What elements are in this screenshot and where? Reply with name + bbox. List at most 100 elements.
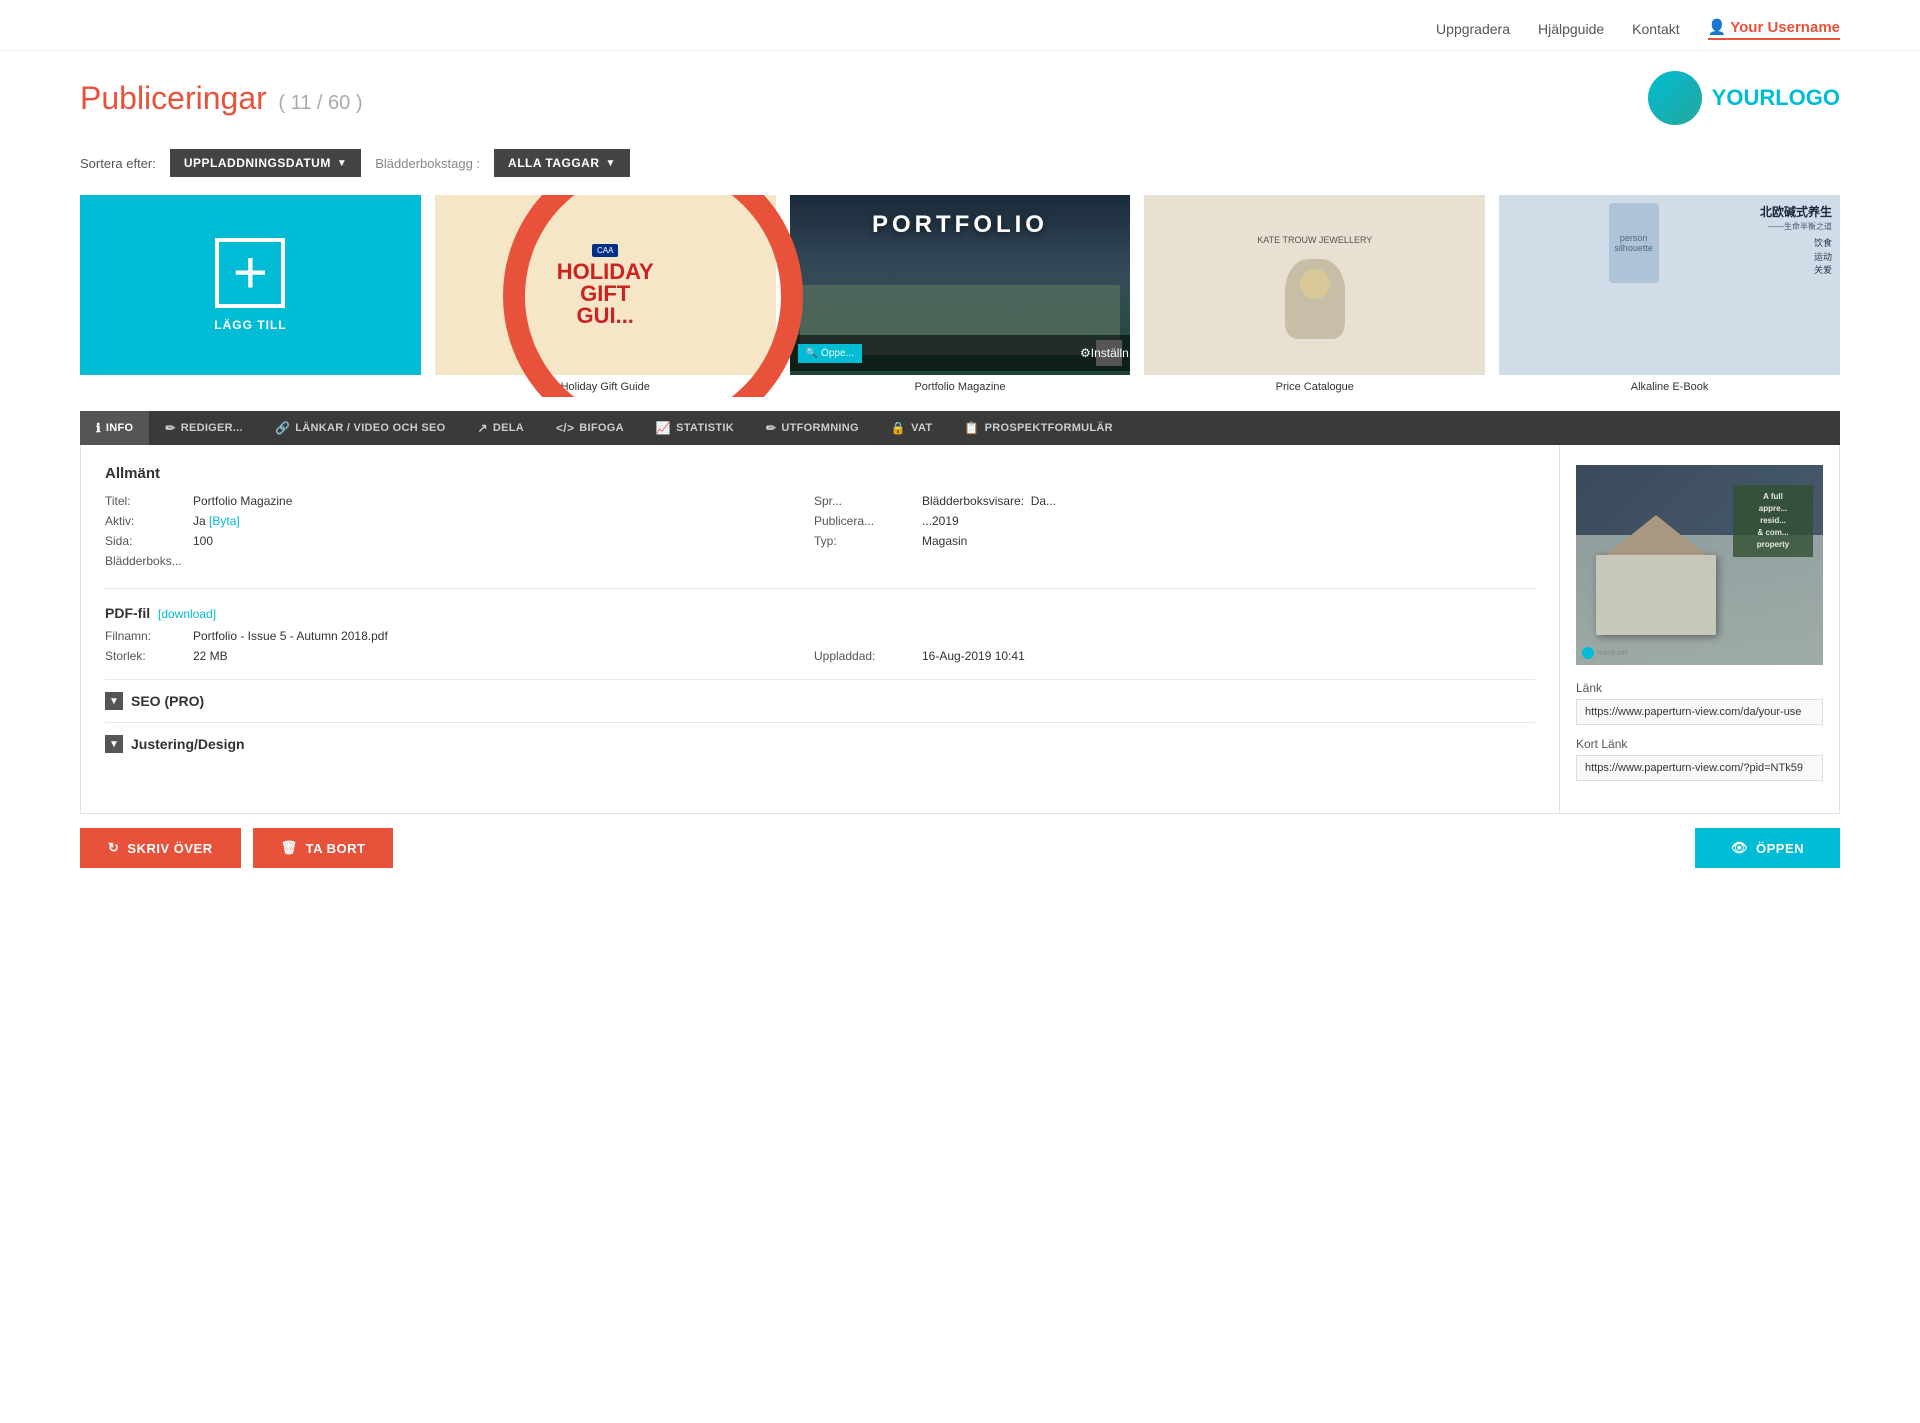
tab-vat-label: VAT (911, 422, 932, 434)
book-preview: A fullappre...resid...& com...property R… (1576, 465, 1823, 665)
logo-area: YOURLOGO (1648, 71, 1840, 125)
info-icon: ℹ (96, 421, 101, 435)
book-open-btn[interactable]: 🔍 O... (443, 369, 491, 388)
book-settings-btn-portfolio[interactable]: ⚙ Inställn... (1096, 340, 1122, 366)
info-left-panel: Allmänt Titel: Portfolio Magazine Spr...… (81, 445, 1559, 813)
alkaline-text: 北欧碱式养生 ——生命半衡之道 饮食 运动 关爱 (1760, 203, 1832, 278)
tab-stats-label: STATISTIK (676, 422, 734, 434)
tab-info[interactable]: ℹ INFO (80, 411, 149, 445)
book-open-btn-portfolio[interactable]: 🔍 Öppe... (798, 344, 862, 363)
link-section: Länk (1576, 681, 1823, 725)
book-item-price[interactable]: KATE TROUW JEWELLERY 🔍 ⚙ Price Catalogue (1144, 195, 1485, 397)
tab-share-label: DELA (493, 422, 524, 434)
short-link-label: Kort Länk (1576, 737, 1823, 751)
page-title: Publiceringar ( 11 / 60 ) (80, 80, 363, 117)
search-icon: 🔍 (451, 373, 463, 384)
tab-vat[interactable]: 🔒 VAT (875, 411, 949, 445)
link-input[interactable] (1576, 699, 1823, 725)
book-open-btn-alkaline[interactable]: 🔍 (1507, 369, 1535, 388)
edit-icon: ✏ (165, 421, 175, 435)
pdf-section: PDF-fil [download] Filnamn: Portfolio - … (105, 588, 1535, 663)
open-button[interactable]: 👁 ÖPPEN (1695, 828, 1840, 868)
active-value: Ja [Byta] (193, 514, 806, 528)
form-icon: 📋 (964, 421, 979, 435)
sort-value: UPPLADDNINGSDATUM (184, 156, 331, 170)
search-icon: 🔍 (1515, 373, 1527, 384)
sort-button[interactable]: UPPLADDNINGSDATUM ▼ (170, 149, 361, 177)
tab-info-label: INFO (106, 422, 133, 434)
short-link-input[interactable] (1576, 755, 1823, 781)
book-item-portfolio[interactable]: PORTFOLIO ✏ 🔍 Öppe... ⚙ Inställn... Port… (790, 195, 1131, 397)
title-label: Titel: (105, 494, 185, 508)
add-book-card[interactable]: + LÄGG TILL (80, 195, 421, 375)
book-portfolio-overlay: 🔍 Öppe... ⚙ Inställn... (790, 335, 1131, 371)
logo-circle (1648, 71, 1702, 125)
books-section: + LÄGG TILL CAA HOLIDAYGIFTGUI... 🔍 O...… (0, 195, 1920, 397)
tab-edit[interactable]: ✏ REDIGER... (149, 411, 259, 445)
delete-label: TA BORT (306, 841, 366, 856)
action-buttons: ↻ SKRIV ÖVER 🗑 TA BORT 👁 ÖPPEN (80, 828, 1840, 868)
portfolio-text: PORTFOLIO (790, 211, 1131, 239)
pages-label: Sida: (105, 534, 185, 548)
overwrite-label: SKRIV ÖVER (127, 841, 212, 856)
book-item-alkaline[interactable]: personsilhouette 北欧碱式养生 ——生命半衡之道 饮食 运动 关… (1499, 195, 1840, 397)
stats-icon: 📈 (656, 421, 671, 435)
tab-links-label: LÄNKAR / VIDEO OCH SEO (295, 422, 445, 434)
gear-icon-alkaline: ⚙ (1814, 371, 1825, 385)
add-book-item[interactable]: + LÄGG TILL (80, 195, 421, 397)
tab-edit-label: REDIGER... (181, 422, 243, 434)
active-link[interactable]: [Byta] (209, 514, 240, 528)
user-icon: 👤 (1708, 19, 1727, 36)
search-icon: 🔍 (806, 348, 818, 359)
top-navigation: Uppgradera Hjälpguide Kontakt 👤 Your Use… (0, 0, 1920, 51)
contact-link[interactable]: Kontakt (1632, 21, 1679, 37)
tab-design-label: UTFORMNING (781, 422, 859, 434)
price-text: KATE TROUW JEWELLERY (1253, 231, 1376, 249)
book-title-portfolio: Portfolio Magazine (790, 375, 1131, 397)
tab-prospect[interactable]: 📋 PROSPEKTFORMULÄR (948, 411, 1129, 445)
tag-button[interactable]: ALLA TAGGAR ▼ (494, 149, 630, 177)
refresh-icon: ↻ (108, 840, 119, 856)
tab-prospect-label: PROSPEKTFORMULÄR (985, 422, 1113, 434)
short-link-section: Kort Länk (1576, 737, 1823, 781)
pdf-grid: Filnamn: Portfolio - Issue 5 - Autumn 20… (105, 629, 1535, 663)
tab-embed[interactable]: </> BIFOGA (540, 411, 640, 445)
tab-design[interactable]: ✏ UTFORMNING (750, 411, 875, 445)
filter-separator: Blädderbokstagg : (375, 156, 480, 171)
book-settings-btn-price[interactable]: ⚙ (1451, 365, 1477, 391)
books-grid: + LÄGG TILL CAA HOLIDAYGIFTGUI... 🔍 O...… (0, 195, 1920, 397)
seo-collapsible[interactable]: ▼ SEO (PRO) (105, 679, 1535, 722)
upload-label: Uppladdad: (814, 649, 914, 663)
book-settings-btn[interactable]: ⚙ (742, 365, 768, 391)
type-value: Magasin (922, 534, 1535, 548)
upgrade-link[interactable]: Uppgradera (1436, 21, 1510, 37)
search-icon: 🔍 (1160, 373, 1172, 384)
book-item-holiday[interactable]: CAA HOLIDAYGIFTGUI... 🔍 O... ⚙ Holiday G… (435, 195, 776, 397)
lang-label: Spr... (814, 494, 914, 508)
design-label: Justering/Design (131, 736, 245, 752)
seo-label: SEO (PRO) (131, 693, 204, 709)
pdf-download-link[interactable]: [download] (158, 607, 216, 621)
design-collapsible[interactable]: ▼ Justering/Design (105, 722, 1535, 765)
help-link[interactable]: Hjälpguide (1538, 21, 1604, 37)
book-settings-btn-alkaline[interactable]: ⚙ (1806, 365, 1832, 391)
active-label: Aktiv: (105, 514, 185, 528)
info-right-panel: A fullappre...resid...& com...property R… (1559, 445, 1839, 813)
filter-bar: Sortera efter: UPPLADDNINGSDATUM ▼ Blädd… (0, 135, 1920, 191)
tab-links[interactable]: 🔗 LÄNKAR / VIDEO OCH SEO (259, 411, 461, 445)
page-header: Publiceringar ( 11 / 60 ) YOURLOGO (0, 51, 1920, 135)
general-title: Allmänt (105, 465, 1535, 482)
tab-share[interactable]: ↗ DELA (461, 411, 540, 445)
username-link[interactable]: 👤 Your Username (1708, 18, 1840, 40)
overwrite-button[interactable]: ↻ SKRIV ÖVER (80, 828, 241, 868)
book-open-btn-price[interactable]: 🔍 (1152, 369, 1180, 388)
tab-stats[interactable]: 📈 STATISTIK (640, 411, 750, 445)
tab-bar: ℹ INFO ✏ REDIGER... 🔗 LÄNKAR / VIDEO OCH… (80, 411, 1840, 445)
logo-text: YOURLOGO (1712, 85, 1840, 111)
delete-button[interactable]: 🗑 TA BORT (253, 828, 394, 868)
sort-label: Sortera efter: (80, 156, 156, 171)
design-collapse-icon: ▼ (105, 735, 123, 753)
type-label: Typ: (814, 534, 914, 548)
add-label: LÄGG TILL (214, 318, 286, 332)
plus-icon: + (215, 238, 285, 308)
